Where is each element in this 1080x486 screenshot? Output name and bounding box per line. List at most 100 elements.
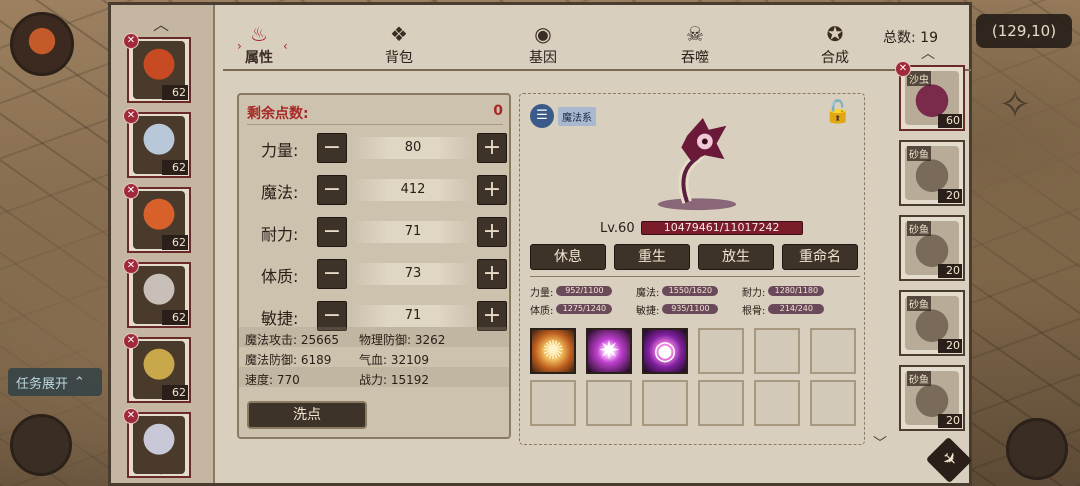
constitution-plus-button[interactable]: +	[477, 259, 507, 289]
attr-row-strength: 力量: − 80 +	[247, 133, 509, 163]
skill-slot[interactable]: ✷	[586, 328, 632, 374]
pet-tag-icon: ✕	[895, 61, 911, 77]
star-icon: ✷	[588, 330, 630, 372]
stat-label: 魔法攻击:	[245, 333, 298, 347]
skill-slot[interactable]: ✺	[530, 328, 576, 374]
hero-card[interactable]: ✕ 62	[123, 258, 191, 328]
hero-card[interactable]: ✕ 62	[123, 333, 191, 403]
tab-devour[interactable]: ☠ 吞噬	[655, 23, 735, 69]
pet-sprite	[657, 117, 737, 211]
pet-level: 60	[938, 114, 962, 128]
empty-skill-slot[interactable]	[698, 380, 744, 426]
stat-speed: 速度: 770	[245, 371, 300, 388]
pet-level: 20	[938, 339, 962, 353]
pet-card[interactable]: 沙虫 60 ✕	[895, 61, 965, 131]
pet-card[interactable]: 砂鱼 20	[899, 215, 965, 281]
pet-card[interactable]: 砂鱼 20	[899, 140, 965, 206]
pet-card[interactable]: 砂鱼 20	[899, 365, 965, 431]
empty-skill-slot[interactable]	[586, 380, 632, 426]
stat-magic-defense: 魔法防御: 6189	[245, 351, 331, 368]
pet-detail: ☰ 魔法系 🔓 Lv.60 10479461/11017242 休息 重生 放生…	[519, 93, 865, 445]
magic-plus-button[interactable]: +	[477, 175, 507, 205]
attribute-panel: 剩余点数: 0 力量: − 80 + 魔法: − 412 + 耐力: − 71 …	[237, 93, 511, 439]
apt-value: 214/240	[768, 304, 825, 314]
tab-synthesis[interactable]: ✪ 合成	[795, 23, 875, 69]
hero-card[interactable]: ✕ 62	[123, 33, 191, 103]
endurance-minus-button[interactable]: −	[317, 217, 347, 247]
tab-label: 基因	[529, 50, 557, 66]
apt-label: 魔法:	[636, 287, 660, 299]
pet-name: 沙虫	[907, 71, 931, 86]
stat-value: 25665	[300, 333, 340, 347]
aptitude-grid: 力量: 952/1100 魔法: 1550/1620 耐力: 1280/1180…	[530, 284, 860, 320]
attr-row-constitution: 体质: − 73 +	[247, 259, 509, 289]
hero-level: 62	[162, 310, 188, 325]
rebirth-button[interactable]: 重生	[614, 244, 690, 270]
tab-attributes[interactable]: ♨ 属性	[219, 23, 299, 69]
hero-level: 62	[162, 235, 188, 250]
apt-value: 1550/1620	[662, 286, 719, 296]
chevron-up-icon: ⌃	[74, 374, 85, 390]
skill-grid: ✺ ✷ ◉	[530, 328, 860, 428]
tab-bag[interactable]: ❖ 背包	[359, 23, 439, 69]
attr-label: 敏捷:	[261, 309, 299, 328]
empty-skill-slot[interactable]	[810, 328, 856, 374]
compass-icon: ✧	[998, 82, 1032, 128]
stat-value: 3262	[414, 333, 446, 347]
empty-skill-slot[interactable]	[698, 328, 744, 374]
aptitude-agility: 敏捷: 935/1100	[636, 302, 719, 317]
stat-physical-defense: 物理防御: 3262	[359, 331, 445, 348]
aptitude-magic: 魔法: 1550/1620	[636, 284, 719, 299]
hero-scroll-up-icon[interactable]: ︿	[149, 11, 173, 35]
endurance-plus-button[interactable]: +	[477, 217, 507, 247]
empty-skill-slot[interactable]	[810, 380, 856, 426]
attr-label: 体质:	[261, 267, 299, 286]
strength-plus-button[interactable]: +	[477, 133, 507, 163]
hero-card[interactable]: ✕ 62	[123, 183, 191, 253]
apt-label: 体质:	[530, 305, 554, 317]
pet-level: 20	[938, 414, 962, 428]
tab-label: 吞噬	[681, 50, 709, 66]
pet-level: 20	[938, 264, 962, 278]
empty-skill-slot[interactable]	[754, 380, 800, 426]
apt-label: 耐力:	[742, 287, 766, 299]
apt-value: 1280/1180	[768, 286, 825, 296]
magic-minus-button[interactable]: −	[317, 175, 347, 205]
empty-skill-slot[interactable]	[530, 380, 576, 426]
strength-value: 80	[351, 137, 475, 159]
house-corner-button[interactable]	[1006, 418, 1068, 480]
pet-scroll-down-icon[interactable]: ﹀	[873, 433, 887, 453]
constitution-minus-button[interactable]: −	[317, 259, 347, 289]
task-toggle-button[interactable]: 任务展开 ⌃	[8, 368, 102, 396]
empty-skill-slot[interactable]	[754, 328, 800, 374]
skill-slot[interactable]: ◉	[642, 328, 688, 374]
empty-skill-slot[interactable]	[642, 380, 688, 426]
skill-corner-button[interactable]	[10, 414, 72, 476]
release-button[interactable]: 放生	[698, 244, 774, 270]
tab-gene[interactable]: ◉ 基因	[503, 23, 583, 69]
skull-icon: ☠	[686, 22, 704, 46]
pet-card[interactable]: 砂鱼 20	[899, 290, 965, 356]
pet-level-row: Lv.60 10479461/11017242	[600, 220, 803, 236]
hero-scroll-down-icon[interactable]: ﹀	[149, 463, 173, 486]
stat-value: 6189	[300, 353, 332, 367]
hero-card[interactable]: ✕ 62	[123, 108, 191, 178]
strength-minus-button[interactable]: −	[317, 133, 347, 163]
hero-tag-icon: ✕	[123, 408, 139, 424]
list-icon[interactable]: ☰	[530, 104, 554, 128]
unlock-icon[interactable]: 🔓	[824, 100, 852, 130]
stat-label: 速度:	[245, 373, 274, 387]
rest-button[interactable]: 休息	[530, 244, 606, 270]
endurance-value: 71	[351, 221, 475, 243]
aptitude-strength: 力量: 952/1100	[530, 284, 613, 299]
rename-button[interactable]: 重命名	[782, 244, 858, 270]
remaining-label: 剩余点数:	[247, 106, 309, 122]
pet-level: Lv.60	[600, 220, 635, 236]
apt-label: 敏捷:	[636, 305, 660, 317]
hero-tag-icon: ✕	[123, 108, 139, 124]
reset-points-button[interactable]: 洗点	[247, 401, 367, 429]
player-avatar[interactable]	[10, 12, 74, 76]
stat-label: 物理防御:	[359, 333, 412, 347]
stat-power: 战力: 15192	[359, 371, 429, 388]
hero-tag-icon: ✕	[123, 33, 139, 49]
